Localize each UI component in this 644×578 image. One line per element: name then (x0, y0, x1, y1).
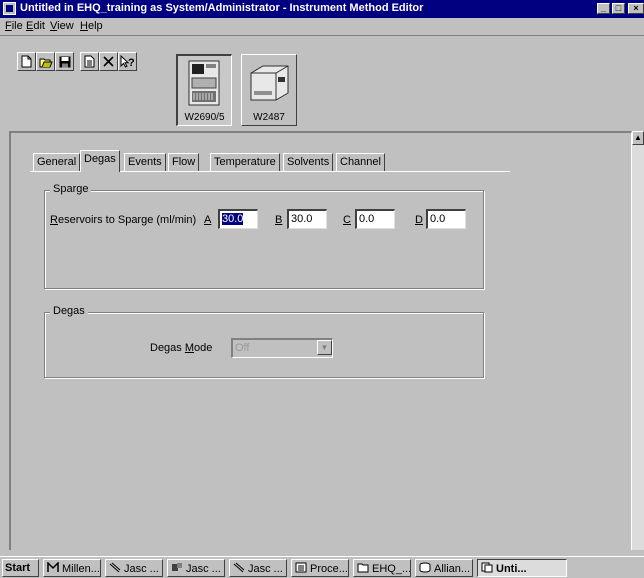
alliance-icon (419, 562, 431, 573)
jasc-paint-icon (171, 562, 183, 573)
taskbar: Start Millen... Jasc ... Jasc ... Jasc .… (0, 556, 644, 578)
reservoirs-label: Reservoirs to Sparge (ml/min) (50, 214, 197, 226)
tab-channel[interactable]: Channel (336, 153, 385, 171)
process-icon (295, 562, 307, 573)
save-icon[interactable] (55, 52, 74, 71)
new-icon[interactable] (17, 52, 36, 71)
sparge-group (44, 190, 484, 289)
tab-temperature[interactable]: Temperature (210, 153, 280, 171)
degas-group-title: Degas (50, 305, 88, 317)
reservoir-a-input[interactable]: 30.0 (218, 209, 258, 229)
taskbar-item-ehq[interactable]: EHQ_... (353, 559, 411, 577)
scroll-up-button[interactable]: ▲ (632, 131, 644, 145)
report-icon[interactable] (80, 52, 99, 71)
tab-flow[interactable]: Flow (168, 153, 200, 171)
tab-degas[interactable]: Degas (80, 150, 120, 172)
vertical-scrollbar[interactable]: ▲ (632, 131, 644, 550)
svg-text:?: ? (128, 57, 135, 68)
instrument-label: W2690/5 (184, 112, 225, 123)
taskbar-item-process[interactable]: Proce... (291, 559, 349, 577)
menu-edit[interactable]: Edit (26, 20, 45, 32)
degas-mode-label: Degas Mode (150, 342, 213, 354)
delete-icon[interactable] (99, 52, 118, 71)
reservoir-a-label: A (204, 214, 212, 226)
reservoir-a-value: 30.0 (222, 213, 244, 225)
reservoir-d-input[interactable]: 0.0 (426, 209, 466, 229)
chevron-down-icon[interactable]: ▼ (317, 340, 332, 355)
taskbar-item-alliance[interactable]: Allian... (415, 559, 473, 577)
tab-general[interactable]: General (33, 153, 81, 171)
folder-icon (357, 562, 369, 573)
close-button[interactable]: × (628, 3, 644, 14)
reservoir-b-label: B (275, 214, 283, 226)
degas-mode-value: Off (235, 342, 250, 354)
instrument-w2690[interactable]: W2690/5 (176, 54, 232, 126)
millennium-icon (47, 561, 59, 573)
menu-file[interactable]: File (5, 20, 23, 32)
start-button[interactable]: Start (2, 559, 39, 577)
toolbar: ? W2690/5 W2487 (0, 35, 644, 130)
degas-mode-select[interactable]: Off ▼ (231, 338, 333, 358)
title-bar[interactable]: Untitled in EHQ_training as System/Admin… (0, 0, 644, 18)
minimize-button[interactable]: _ (597, 3, 610, 14)
instrument-label: W2487 (253, 112, 285, 123)
reservoir-b-input[interactable]: 30.0 (287, 209, 327, 229)
sparge-group-title: Sparge (50, 183, 92, 195)
detector-icon (250, 65, 289, 101)
menu-help[interactable]: Help (80, 20, 103, 32)
tab-solvents[interactable]: Solvents (283, 153, 334, 171)
reservoirs-label-text: eservoirs to Sparge (ml/min) (57, 214, 197, 226)
context-help-icon[interactable]: ? (118, 52, 137, 71)
menu-bar: File Edit View Help (0, 18, 644, 35)
method-editor-icon (481, 562, 493, 573)
taskbar-item-jasc-2[interactable]: Jasc ... (167, 559, 225, 577)
open-icon[interactable] (36, 52, 55, 71)
jasc-icon (233, 562, 245, 573)
reservoir-c-label: C (343, 214, 351, 226)
tab-events[interactable]: Events (124, 153, 166, 171)
taskbar-item-jasc-3[interactable]: Jasc ... (229, 559, 287, 577)
maximize-button[interactable]: □ (612, 3, 625, 14)
jasc-icon (109, 562, 121, 573)
app-icon[interactable] (3, 2, 16, 15)
separations-module-icon (188, 60, 220, 106)
window-title: Untitled in EHQ_training as System/Admin… (20, 2, 424, 14)
taskbar-item-untitled[interactable]: Unti... (477, 559, 567, 577)
reservoir-d-label: D (415, 214, 423, 226)
instrument-w2487[interactable]: W2487 (241, 54, 297, 126)
reservoir-c-input[interactable]: 0.0 (355, 209, 395, 229)
taskbar-item-millennium[interactable]: Millen... (43, 559, 101, 577)
menu-view[interactable]: View (50, 20, 74, 32)
taskbar-item-jasc-1[interactable]: Jasc ... (105, 559, 163, 577)
